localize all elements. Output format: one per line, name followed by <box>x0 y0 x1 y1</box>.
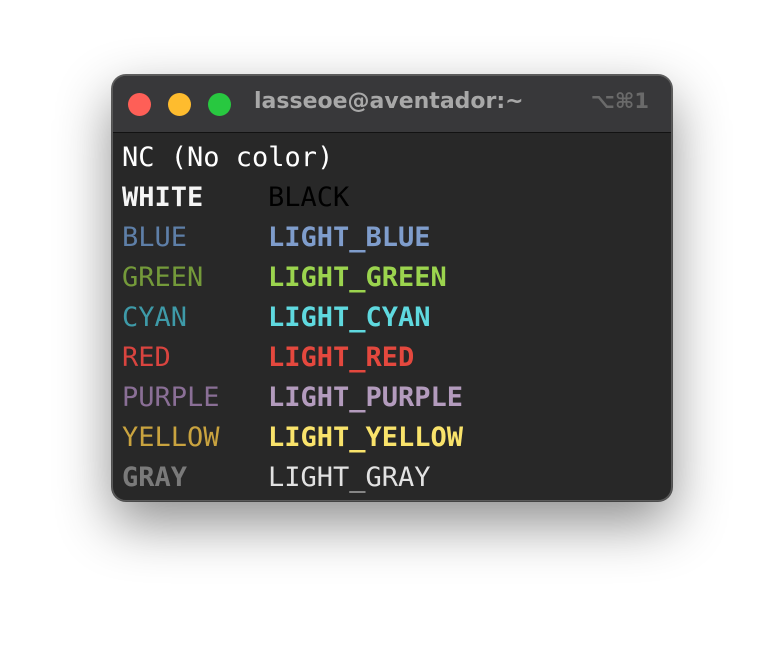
header-line: NC (No color) <box>122 138 333 178</box>
zoom-button[interactable] <box>208 93 231 116</box>
color-label-red: RED <box>122 342 171 373</box>
color-row-gray: GRAY LIGHT_GRAY <box>122 458 431 498</box>
color-label-yellow: YELLOW <box>122 422 220 453</box>
color-row-cyan: CYAN LIGHT_CYAN <box>122 298 431 338</box>
color-row-blue: BLUE LIGHT_BLUE <box>122 218 431 258</box>
color-label-green: GREEN <box>122 262 204 293</box>
window-title: lasseoe@aventador:~ <box>254 89 524 114</box>
terminal-output[interactable]: NC (No color) WHITE BLACK BLUE LIGHT_BLU… <box>122 138 463 498</box>
color-label-light-cyan: LIGHT_CYAN <box>268 302 431 333</box>
color-label-light-gray: LIGHT_GRAY <box>268 462 431 493</box>
color-row-purple: PURPLE LIGHT_PURPLE <box>122 378 463 418</box>
color-label-cyan: CYAN <box>122 302 188 333</box>
color-row-red: RED LIGHT_RED <box>122 338 414 378</box>
color-row-green: GREEN LIGHT_GREEN <box>122 258 447 298</box>
close-button[interactable] <box>128 93 151 116</box>
color-label-light-green: LIGHT_GREEN <box>268 262 447 293</box>
no-color-label: NC (No color) <box>122 142 334 173</box>
tab-shortcut: ⌥⌘1 <box>590 89 649 113</box>
color-label-light-red: LIGHT_RED <box>268 342 415 373</box>
color-label-black: BLACK <box>268 182 350 213</box>
color-row-white: WHITE BLACK <box>122 178 349 218</box>
terminal-window: lasseoe@aventador:~ ⌥⌘1 NC (No color) WH… <box>112 75 672 501</box>
minimize-button[interactable] <box>168 93 191 116</box>
color-label-light-purple: LIGHT_PURPLE <box>268 382 464 413</box>
color-label-purple: PURPLE <box>122 382 220 413</box>
title-bar[interactable]: lasseoe@aventador:~ ⌥⌘1 <box>113 76 671 133</box>
color-label-light-blue: LIGHT_BLUE <box>268 222 431 253</box>
color-row-yellow: YELLOW LIGHT_YELLOW <box>122 418 463 458</box>
color-label-blue: BLUE <box>122 222 188 253</box>
color-label-gray: GRAY <box>122 462 188 493</box>
color-label-white: WHITE <box>122 182 204 213</box>
color-label-light-yellow: LIGHT_YELLOW <box>268 422 464 453</box>
